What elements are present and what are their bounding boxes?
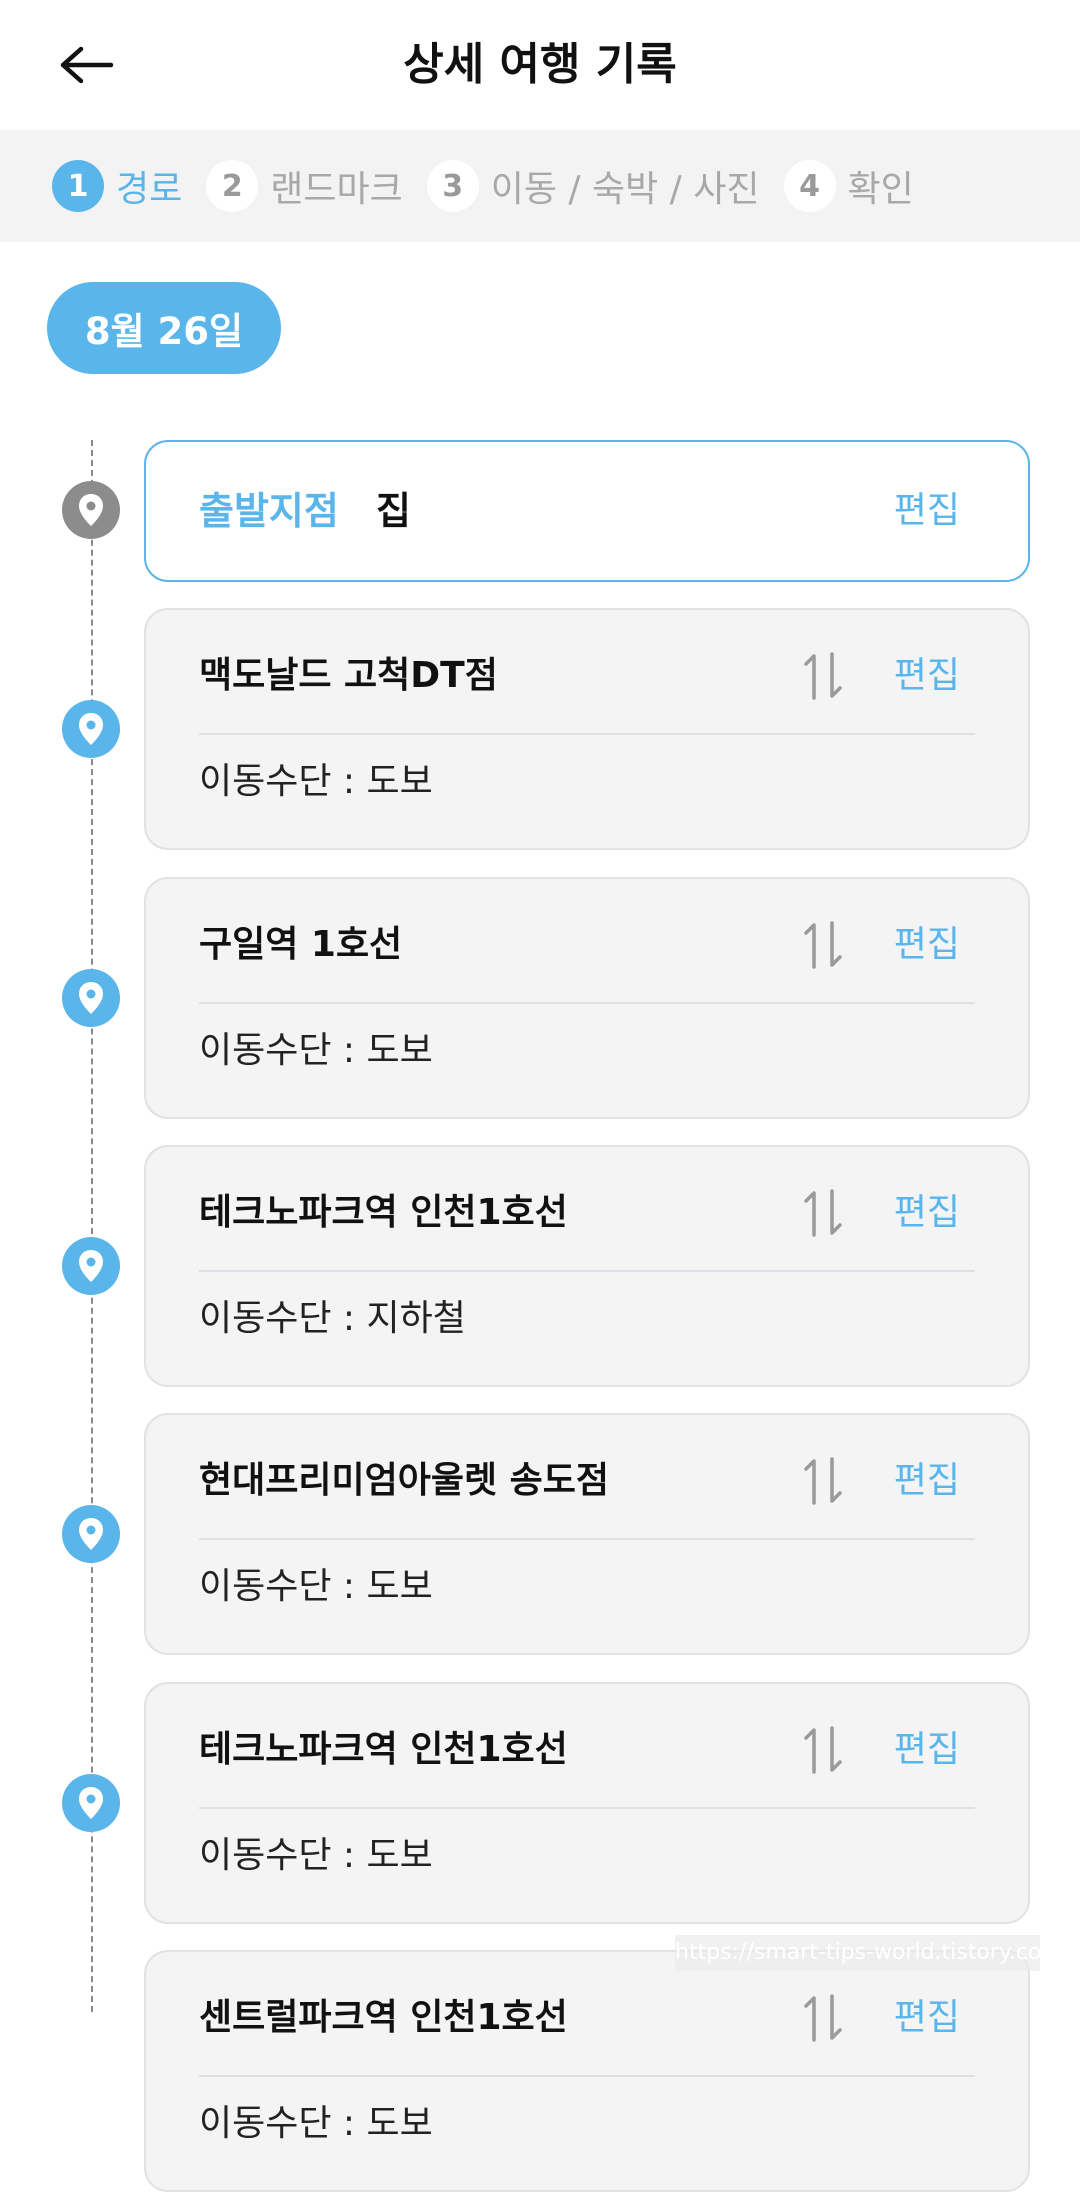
date-chip[interactable]: 8월 26일 bbox=[47, 282, 281, 374]
divider bbox=[199, 1538, 975, 1540]
transport-mode: 이동수단 : 도보 bbox=[199, 761, 433, 802]
edit-button[interactable]: 편집 bbox=[894, 648, 960, 704]
location-pin-icon bbox=[62, 1774, 120, 1832]
divider bbox=[199, 2075, 975, 2077]
step-indicator: 1 경로 2 랜드마크 3 이동 / 숙박 / 사진 4 확인 bbox=[0, 130, 1080, 242]
step-number: 3 bbox=[426, 160, 479, 212]
edit-button[interactable]: 편집 bbox=[894, 1990, 960, 2046]
transport-mode: 이동수단 : 도보 bbox=[199, 2103, 433, 2144]
divider bbox=[199, 733, 975, 735]
route-stop-card[interactable]: 구일역 1호선 편집 이동수단 : 도보 bbox=[144, 877, 1030, 1119]
edit-button[interactable]: 편집 bbox=[894, 442, 960, 580]
route-stop-card[interactable]: 테크노파크역 인천1호선 편집 이동수단 : 지하철 bbox=[144, 1145, 1030, 1387]
step-move-stay-photo[interactable]: 3 이동 / 숙박 / 사진 bbox=[426, 160, 760, 212]
edit-button[interactable]: 편집 bbox=[894, 1453, 960, 1509]
route-stop-card[interactable]: 현대프리미엄아울렛 송도점 편집 이동수단 : 도보 bbox=[144, 1413, 1030, 1655]
step-label: 경로 bbox=[116, 169, 183, 210]
divider bbox=[199, 1002, 975, 1004]
route-stop-card[interactable]: 테크노파크역 인천1호선 편집 이동수단 : 도보 bbox=[144, 1682, 1030, 1924]
divider bbox=[199, 1270, 975, 1272]
start-point-label: 출발지점 bbox=[199, 489, 339, 533]
page-title: 상세 여행 기록 bbox=[403, 39, 677, 90]
transport-mode: 이동수단 : 도보 bbox=[199, 1835, 433, 1876]
header: 상세 여행 기록 bbox=[0, 0, 1080, 130]
step-confirm[interactable]: 4 확인 bbox=[783, 160, 914, 212]
start-point-value: 집 bbox=[376, 489, 411, 533]
step-label: 랜드마크 bbox=[270, 169, 403, 210]
location-pin-icon bbox=[62, 969, 120, 1027]
step-route[interactable]: 1 경로 bbox=[52, 160, 182, 212]
edit-button[interactable]: 편집 bbox=[894, 1722, 960, 1778]
place-name: 센트럴파크역 인천1호선 bbox=[199, 1997, 568, 2038]
step-label: 이동 / 숙박 / 사진 bbox=[490, 169, 760, 210]
step-label: 확인 bbox=[847, 169, 914, 210]
reorder-icon[interactable] bbox=[800, 650, 848, 702]
divider bbox=[199, 1807, 975, 1809]
start-point-card[interactable]: 출발지점 집 편집 bbox=[144, 440, 1030, 582]
edit-button[interactable]: 편집 bbox=[894, 1185, 960, 1241]
place-name: 현대프리미엄아울렛 송도점 bbox=[199, 1460, 609, 1501]
place-name: 테크노파크역 인천1호선 bbox=[199, 1192, 568, 1233]
route-stop-card[interactable]: 맥도날드 고척DT점 편집 이동수단 : 도보 bbox=[144, 608, 1030, 850]
step-number: 1 bbox=[52, 160, 104, 212]
location-pin-icon bbox=[62, 1237, 120, 1295]
reorder-icon[interactable] bbox=[800, 919, 848, 971]
place-name: 맥도날드 고척DT점 bbox=[199, 655, 498, 696]
transport-mode: 이동수단 : 도보 bbox=[199, 1566, 433, 1607]
reorder-icon[interactable] bbox=[800, 1724, 848, 1776]
step-landmark[interactable]: 2 랜드마크 bbox=[206, 160, 403, 212]
transport-mode: 이동수단 : 도보 bbox=[199, 1030, 433, 1071]
step-number: 4 bbox=[783, 160, 836, 212]
location-pin-icon bbox=[62, 481, 120, 539]
reorder-icon[interactable] bbox=[800, 1455, 848, 1507]
location-pin-icon bbox=[62, 700, 120, 758]
place-name: 구일역 1호선 bbox=[199, 924, 403, 965]
step-number: 2 bbox=[206, 160, 259, 212]
watermark: https://smart-tips-world.tistory.com bbox=[675, 1935, 1040, 1971]
edit-button[interactable]: 편집 bbox=[894, 917, 960, 973]
transport-mode: 이동수단 : 지하철 bbox=[199, 1298, 466, 1339]
route-stop-card[interactable]: 센트럴파크역 인천1호선 편집 이동수단 : 도보 bbox=[144, 1950, 1030, 2192]
location-pin-icon bbox=[62, 1505, 120, 1563]
place-name: 테크노파크역 인천1호선 bbox=[199, 1729, 568, 1770]
reorder-icon[interactable] bbox=[800, 1187, 848, 1239]
reorder-icon[interactable] bbox=[800, 1992, 848, 2044]
